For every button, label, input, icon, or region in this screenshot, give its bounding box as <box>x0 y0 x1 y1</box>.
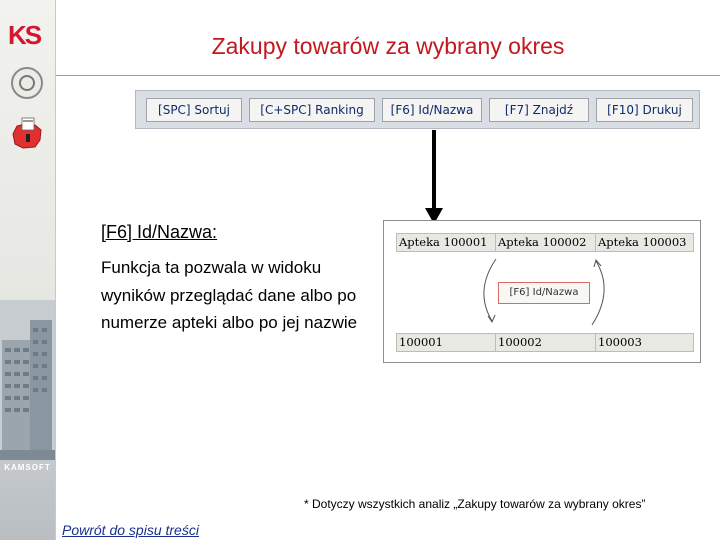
ids-row-cell: 100003 <box>595 334 693 351</box>
office-building-image <box>0 300 55 460</box>
print-button[interactable]: [F10] Drukuj <box>596 98 693 122</box>
ids-row-cell: 100001 <box>399 335 443 349</box>
registered-seal-icon <box>11 67 43 99</box>
kamsoft-logo: KS <box>8 20 42 50</box>
kamsoft-footer-text: KAMSOFT <box>4 463 51 472</box>
ids-row-cell: 100002 <box>495 334 595 351</box>
poland-map-icon <box>12 117 42 149</box>
title-divider <box>56 75 720 76</box>
back-to-contents-link[interactable]: Powrót do spisu treści <box>62 522 199 538</box>
slide-title: Zakupy towarów za wybrany okres <box>211 33 565 59</box>
id-name-toggle-button[interactable]: [F6] Id/Nazwa <box>382 98 482 122</box>
footnote: * Dotyczy wszystkich analiz „Zakupy towa… <box>304 497 646 511</box>
function-key-toolbar: [SPC] Sortuj [C+SPC] Ranking [F6] Id/Naz… <box>135 90 700 129</box>
section-description: Funkcja ta pozwala w widoku wyników prze… <box>101 258 358 332</box>
sidebar-divider <box>55 0 56 540</box>
find-button[interactable]: [F7] Znajdź <box>489 98 589 122</box>
sidebar: KS KAMSOFT <box>0 0 55 540</box>
id-name-demo-panel: Apteka 100001 Apteka 100002 Apteka 10000… <box>383 220 701 363</box>
section-heading: [F6] Id/Nazwa: <box>101 222 218 242</box>
sort-button[interactable]: [SPC] Sortuj <box>146 98 242 122</box>
ranking-button[interactable]: [C+SPC] Ranking <box>249 98 375 122</box>
ids-row: 100001 100002 100003 <box>396 333 694 352</box>
pointer-arrow-shaft <box>432 130 436 212</box>
